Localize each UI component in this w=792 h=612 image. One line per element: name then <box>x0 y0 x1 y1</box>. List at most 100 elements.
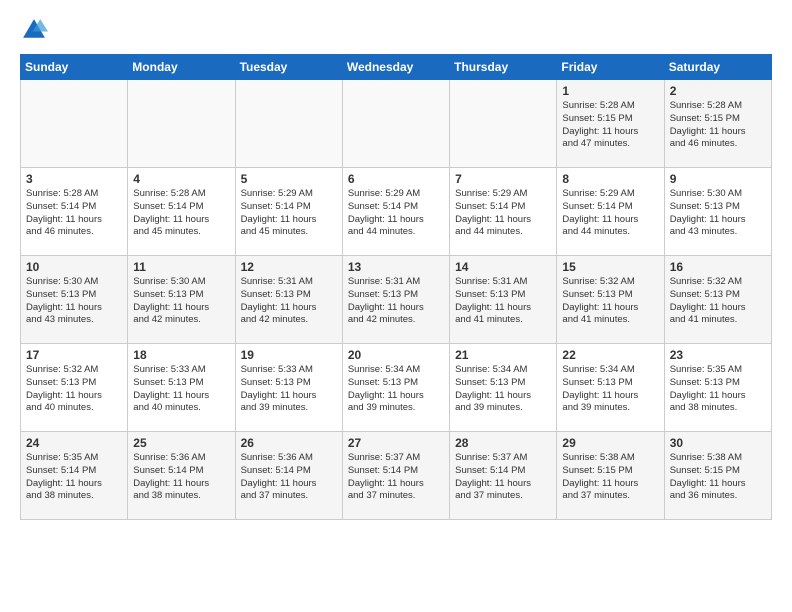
day-number: 5 <box>241 172 337 186</box>
day-info: Sunrise: 5:28 AM Sunset: 5:14 PM Dayligh… <box>133 188 229 239</box>
day-info: Sunrise: 5:32 AM Sunset: 5:13 PM Dayligh… <box>26 364 122 415</box>
day-info: Sunrise: 5:34 AM Sunset: 5:13 PM Dayligh… <box>562 364 658 415</box>
day-number: 16 <box>670 260 766 274</box>
day-number: 28 <box>455 436 551 450</box>
day-number: 24 <box>26 436 122 450</box>
day-info: Sunrise: 5:28 AM Sunset: 5:15 PM Dayligh… <box>562 100 658 151</box>
day-cell-11: 11Sunrise: 5:30 AM Sunset: 5:13 PM Dayli… <box>128 256 235 344</box>
day-cell-14: 14Sunrise: 5:31 AM Sunset: 5:13 PM Dayli… <box>450 256 557 344</box>
day-number: 18 <box>133 348 229 362</box>
day-number: 20 <box>348 348 444 362</box>
day-number: 26 <box>241 436 337 450</box>
day-info: Sunrise: 5:38 AM Sunset: 5:15 PM Dayligh… <box>670 452 766 503</box>
day-cell-28: 28 Sunrise: 5:37 AM Sunset: 5:14 PM Dayli… <box>450 432 557 520</box>
week-row-4: 17 Sunrise: 5:32 AM Sunset: 5:13 PM Dayli… <box>21 344 772 432</box>
weekday-header-friday: Friday <box>557 55 664 80</box>
day-cell-25: 25 Sunrise: 5:36 AM Sunset: 5:14 PM Dayli… <box>128 432 235 520</box>
day-cell-19: 19Sunrise: 5:33 AM Sunset: 5:13 PM Dayli… <box>235 344 342 432</box>
day-number: 29 <box>562 436 658 450</box>
day-cell-12: 12Sunrise: 5:31 AM Sunset: 5:13 PM Dayli… <box>235 256 342 344</box>
day-cell-24: 24Sunrise: 5:35 AM Sunset: 5:14 PM Dayli… <box>21 432 128 520</box>
week-row-2: 3 Sunrise: 5:28 AM Sunset: 5:14 PM Daylig… <box>21 168 772 256</box>
day-cell-13: 13 Sunrise: 5:31 AM Sunset: 5:13 PM Dayli… <box>342 256 449 344</box>
week-row-1: 1 Sunrise: 5:28 AM Sunset: 5:15 PM Daylig… <box>21 80 772 168</box>
day-info: Sunrise: 5:36 AM Sunset: 5:14 PM Dayligh… <box>133 452 229 503</box>
day-info: Sunrise: 5:32 AM Sunset: 5:13 PM Dayligh… <box>670 276 766 327</box>
day-number: 3 <box>26 172 122 186</box>
day-cell-15: 15 Sunrise: 5:32 AM Sunset: 5:13 PM Dayli… <box>557 256 664 344</box>
day-number: 21 <box>455 348 551 362</box>
day-cell-9: 9 Sunrise: 5:30 AM Sunset: 5:13 PM Daylig… <box>664 168 771 256</box>
day-number: 4 <box>133 172 229 186</box>
weekday-header-row: SundayMondayTuesdayWednesdayThursdayFrid… <box>21 55 772 80</box>
day-info: Sunrise: 5:30 AM Sunset: 5:13 PM Dayligh… <box>26 276 122 327</box>
day-number: 19 <box>241 348 337 362</box>
weekday-header-saturday: Saturday <box>664 55 771 80</box>
day-cell-20: 20 Sunrise: 5:34 AM Sunset: 5:13 PM Dayli… <box>342 344 449 432</box>
day-cell-6: 6 Sunrise: 5:29 AM Sunset: 5:14 PM Daylig… <box>342 168 449 256</box>
day-info: Sunrise: 5:35 AM Sunset: 5:13 PM Dayligh… <box>670 364 766 415</box>
day-cell-21: 21 Sunrise: 5:34 AM Sunset: 5:13 PM Dayli… <box>450 344 557 432</box>
weekday-header-tuesday: Tuesday <box>235 55 342 80</box>
week-row-3: 10 Sunrise: 5:30 AM Sunset: 5:13 PM Dayli… <box>21 256 772 344</box>
day-cell-10: 10 Sunrise: 5:30 AM Sunset: 5:13 PM Dayli… <box>21 256 128 344</box>
day-number: 7 <box>455 172 551 186</box>
day-cell-4: 4 Sunrise: 5:28 AM Sunset: 5:14 PM Daylig… <box>128 168 235 256</box>
day-info: Sunrise: 5:29 AM Sunset: 5:14 PM Dayligh… <box>241 188 337 239</box>
weekday-header-monday: Monday <box>128 55 235 80</box>
logo <box>20 16 52 44</box>
day-cell-29: 29 Sunrise: 5:38 AM Sunset: 5:15 PM Dayli… <box>557 432 664 520</box>
day-info: Sunrise: 5:29 AM Sunset: 5:14 PM Dayligh… <box>562 188 658 239</box>
header <box>20 16 772 44</box>
day-number: 13 <box>348 260 444 274</box>
day-info: Sunrise: 5:31 AM Sunset: 5:13 PM Dayligh… <box>455 276 551 327</box>
day-cell-17: 17 Sunrise: 5:32 AM Sunset: 5:13 PM Dayli… <box>21 344 128 432</box>
empty-cell <box>21 80 128 168</box>
weekday-header-sunday: Sunday <box>21 55 128 80</box>
day-cell-26: 26 Sunrise: 5:36 AM Sunset: 5:14 PM Dayli… <box>235 432 342 520</box>
day-number: 11 <box>133 260 229 274</box>
day-number: 17 <box>26 348 122 362</box>
day-cell-3: 3 Sunrise: 5:28 AM Sunset: 5:14 PM Daylig… <box>21 168 128 256</box>
day-info: Sunrise: 5:28 AM Sunset: 5:15 PM Dayligh… <box>670 100 766 151</box>
day-number: 1 <box>562 84 658 98</box>
day-number: 30 <box>670 436 766 450</box>
day-info: Sunrise: 5:33 AM Sunset: 5:13 PM Dayligh… <box>133 364 229 415</box>
day-info: Sunrise: 5:34 AM Sunset: 5:13 PM Dayligh… <box>348 364 444 415</box>
day-cell-30: 30 Sunrise: 5:38 AM Sunset: 5:15 PM Dayli… <box>664 432 771 520</box>
day-number: 6 <box>348 172 444 186</box>
day-number: 9 <box>670 172 766 186</box>
day-number: 25 <box>133 436 229 450</box>
day-cell-16: 16 Sunrise: 5:32 AM Sunset: 5:13 PM Dayli… <box>664 256 771 344</box>
day-number: 10 <box>26 260 122 274</box>
day-number: 8 <box>562 172 658 186</box>
day-info: Sunrise: 5:28 AM Sunset: 5:14 PM Dayligh… <box>26 188 122 239</box>
day-info: Sunrise: 5:37 AM Sunset: 5:14 PM Dayligh… <box>455 452 551 503</box>
day-info: Sunrise: 5:32 AM Sunset: 5:13 PM Dayligh… <box>562 276 658 327</box>
empty-cell <box>235 80 342 168</box>
day-info: Sunrise: 5:30 AM Sunset: 5:13 PM Dayligh… <box>670 188 766 239</box>
day-info: Sunrise: 5:36 AM Sunset: 5:14 PM Dayligh… <box>241 452 337 503</box>
day-number: 15 <box>562 260 658 274</box>
day-cell-22: 22 Sunrise: 5:34 AM Sunset: 5:13 PM Dayli… <box>557 344 664 432</box>
day-number: 2 <box>670 84 766 98</box>
empty-cell <box>128 80 235 168</box>
weekday-header-thursday: Thursday <box>450 55 557 80</box>
day-number: 23 <box>670 348 766 362</box>
day-number: 22 <box>562 348 658 362</box>
week-row-5: 24Sunrise: 5:35 AM Sunset: 5:14 PM Dayli… <box>21 432 772 520</box>
day-cell-23: 23 Sunrise: 5:35 AM Sunset: 5:13 PM Dayli… <box>664 344 771 432</box>
day-number: 12 <box>241 260 337 274</box>
day-info: Sunrise: 5:31 AM Sunset: 5:13 PM Dayligh… <box>348 276 444 327</box>
day-cell-8: 8 Sunrise: 5:29 AM Sunset: 5:14 PM Daylig… <box>557 168 664 256</box>
day-cell-18: 18 Sunrise: 5:33 AM Sunset: 5:13 PM Dayli… <box>128 344 235 432</box>
empty-cell <box>342 80 449 168</box>
empty-cell <box>450 80 557 168</box>
day-info: Sunrise: 5:29 AM Sunset: 5:14 PM Dayligh… <box>455 188 551 239</box>
day-number: 27 <box>348 436 444 450</box>
day-info: Sunrise: 5:29 AM Sunset: 5:14 PM Dayligh… <box>348 188 444 239</box>
day-info: Sunrise: 5:34 AM Sunset: 5:13 PM Dayligh… <box>455 364 551 415</box>
day-info: Sunrise: 5:37 AM Sunset: 5:14 PM Dayligh… <box>348 452 444 503</box>
day-info: Sunrise: 5:38 AM Sunset: 5:15 PM Dayligh… <box>562 452 658 503</box>
logo-icon <box>20 16 48 44</box>
